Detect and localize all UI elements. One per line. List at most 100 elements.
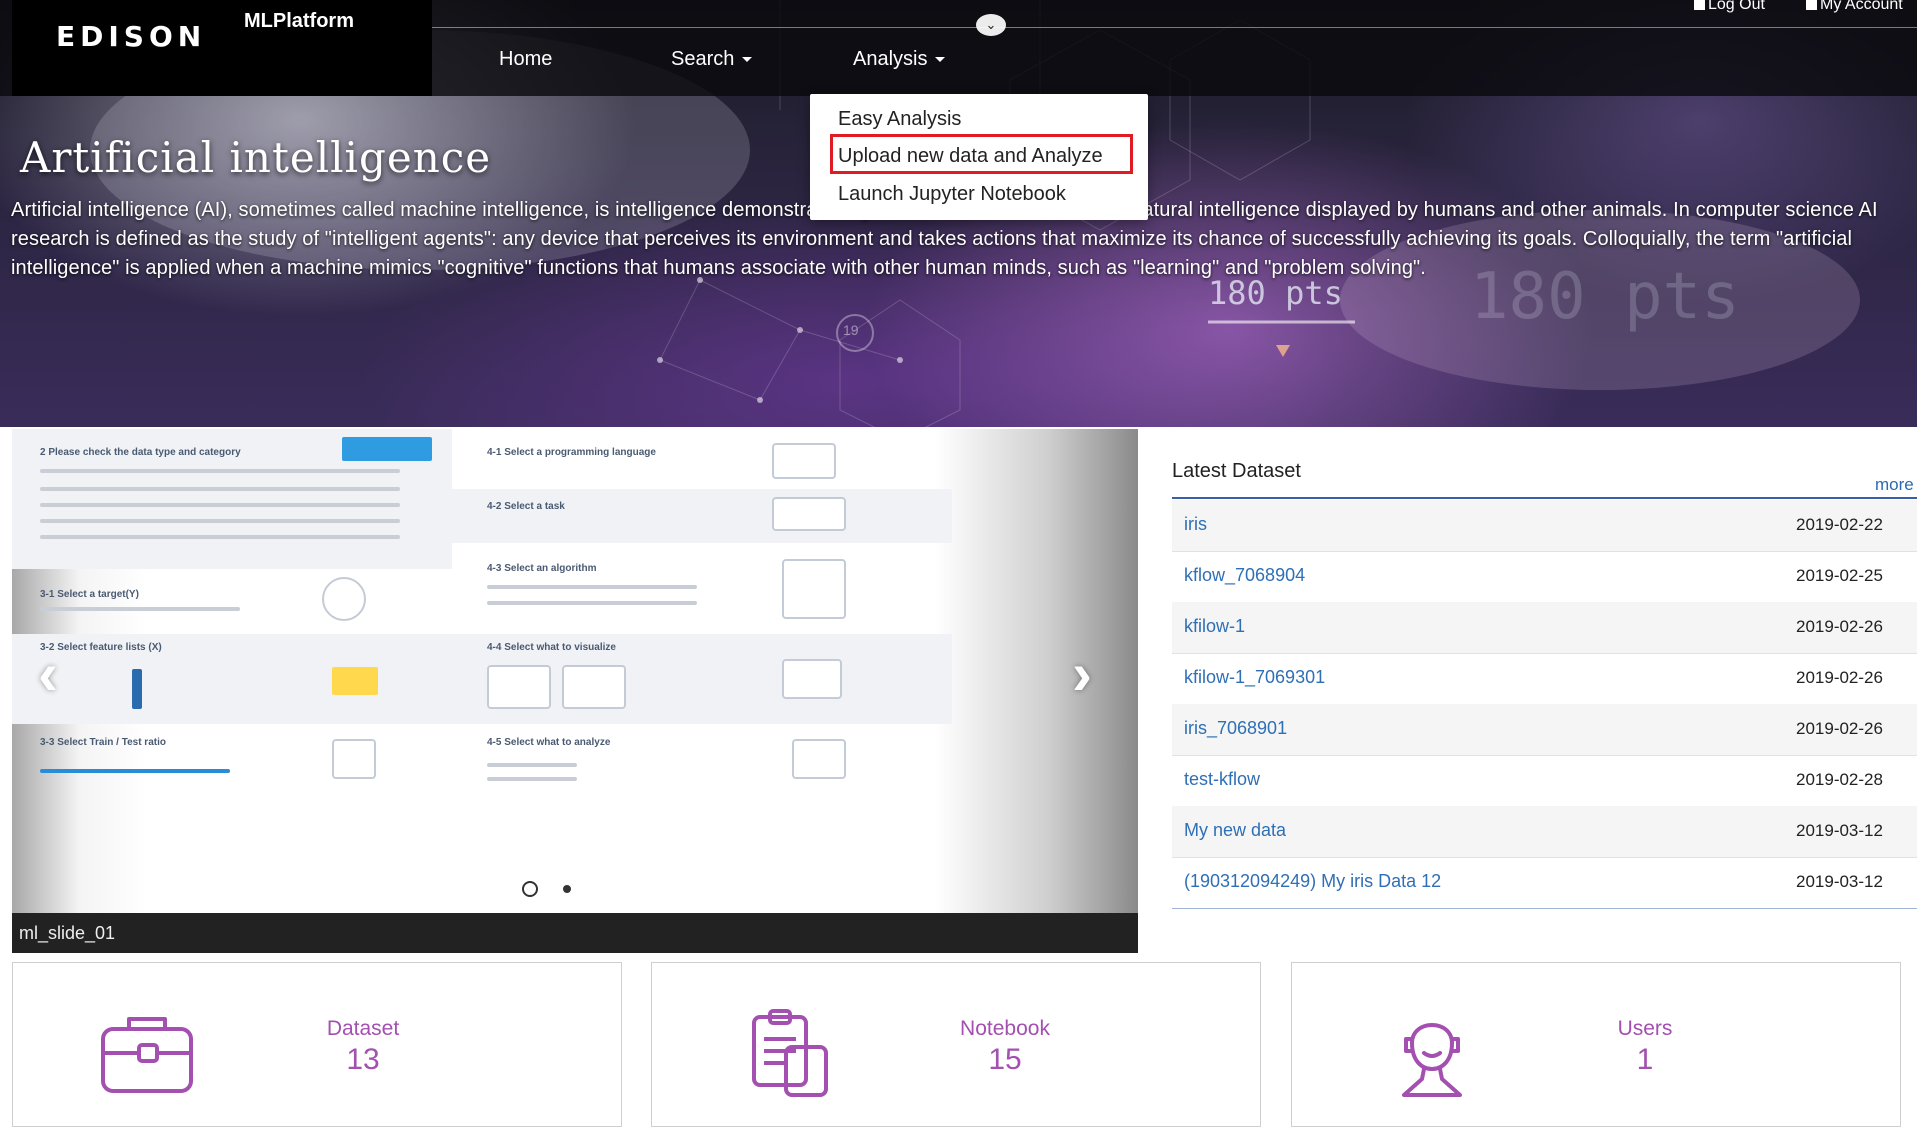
app-name[interactable]: MLPlatform xyxy=(244,10,354,33)
users-stat-label: Users xyxy=(1617,1017,1673,1040)
slide-folder-icon xyxy=(332,667,378,695)
caret-down-icon xyxy=(935,57,946,63)
more-link[interactable]: more xyxy=(1875,475,1914,495)
nav-divider xyxy=(432,27,1917,28)
slide-line xyxy=(40,503,400,507)
dataset-stat-value: 13 xyxy=(346,1043,380,1076)
nav-home-label: Home xyxy=(499,48,553,70)
dataset-row: (190312094249) My iris Data 12 2019-03-1… xyxy=(1172,857,1917,909)
my-account-link[interactable]: My Account xyxy=(1806,0,1903,14)
dataset-date: 2019-02-26 xyxy=(1796,617,1883,636)
slide-image: 2 Please check the data type and categor… xyxy=(12,429,1138,913)
nav-analysis[interactable]: Analysis xyxy=(853,48,946,71)
slide-line xyxy=(40,487,400,491)
edison-logo[interactable]: EDISON xyxy=(56,20,206,53)
nav-search[interactable]: Search xyxy=(671,48,753,71)
slide-line xyxy=(40,519,400,523)
slide-analyze-icon xyxy=(792,739,846,779)
carousel-dot-2[interactable] xyxy=(563,885,571,893)
hero-title: Artificial intelligence xyxy=(20,133,492,182)
slide-step-label: 4-2 Select a task xyxy=(487,501,565,512)
menu-item-upload-and-analyze[interactable]: Upload new data and Analyze xyxy=(838,145,1103,168)
slide-step-label: 4-3 Select an algorithm xyxy=(487,563,597,574)
user-icon xyxy=(1402,1023,1462,1097)
slide-step-label: 3-2 Select feature lists (X) xyxy=(40,642,162,653)
dataset-row: iris 2019-02-22 xyxy=(1172,500,1917,552)
dataset-name-link[interactable]: kfilow-1 xyxy=(1184,616,1245,637)
slide-step-label: 4-5 Select what to analyze xyxy=(487,737,611,748)
dataset-row: kfilow-1_7069301 2019-02-26 xyxy=(1172,653,1917,705)
caret-down-icon xyxy=(742,57,753,63)
slide-code-icon xyxy=(772,443,836,479)
dataset-date: 2019-02-26 xyxy=(1796,668,1883,687)
slide-ratio-bar xyxy=(40,769,230,773)
top-navbar: EDISON MLPlatform ⌄ Log Out My Account H… xyxy=(0,0,1917,96)
menu-item-launch-jupyter[interactable]: Launch Jupyter Notebook xyxy=(838,183,1066,206)
clipboard-icon xyxy=(752,1009,828,1097)
briefcase-icon xyxy=(101,1017,193,1093)
slide-illustration xyxy=(342,437,432,461)
dataset-name-link[interactable]: kfilow-1_7069301 xyxy=(1184,667,1325,688)
slide-carousel: 2 Please check the data type and categor… xyxy=(12,429,1138,953)
slide-target-icon xyxy=(322,577,366,621)
dataset-name-link[interactable]: kflow_7068904 xyxy=(1184,565,1305,586)
slide-line xyxy=(487,763,577,767)
account-icon xyxy=(1806,0,1817,10)
dataset-stat-label: Dataset xyxy=(326,1017,400,1040)
dataset-row: test-kflow 2019-02-28 xyxy=(1172,755,1917,807)
carousel-caption: ml_slide_01 xyxy=(12,913,1138,953)
slide-panel xyxy=(452,489,952,543)
slide-scale-icon xyxy=(332,739,376,779)
slide-chart-icon xyxy=(562,665,626,709)
notebook-stat-card[interactable]: Notebook 15 xyxy=(651,962,1261,1127)
slide-illustration xyxy=(132,669,142,709)
nav-home[interactable]: Home xyxy=(499,48,552,71)
nav-search-label: Search xyxy=(671,48,735,70)
carousel-dot-1[interactable] xyxy=(522,881,538,897)
latest-dataset-title: Latest Dataset xyxy=(1172,460,1301,482)
notebook-stat-value: 15 xyxy=(988,1043,1022,1076)
latest-dataset-rule xyxy=(1172,497,1917,499)
chevron-left-icon[interactable]: ‹ xyxy=(38,639,58,708)
slide-line xyxy=(487,585,697,589)
dataset-name-link[interactable]: iris_7068901 xyxy=(1184,718,1287,739)
dataset-name-link[interactable]: iris xyxy=(1184,514,1207,535)
chevron-down-icon[interactable]: ⌄ xyxy=(976,14,1006,36)
dataset-date: 2019-02-26 xyxy=(1796,719,1883,738)
logout-icon xyxy=(1694,0,1705,10)
dataset-name-link[interactable]: (190312094249) My iris Data 12 xyxy=(1184,871,1441,892)
dataset-row: iris_7068901 2019-02-26 xyxy=(1172,704,1917,756)
my-account-label: My Account xyxy=(1820,0,1903,13)
dataset-date: 2019-02-25 xyxy=(1796,566,1883,585)
slide-step-label: 3-3 Select Train / Test ratio xyxy=(40,737,166,748)
logout-link[interactable]: Log Out xyxy=(1694,0,1765,14)
notebook-stat-label: Notebook xyxy=(960,1017,1050,1040)
dataset-date: 2019-03-12 xyxy=(1796,872,1883,891)
slide-step-label: 4-4 Select what to visualize xyxy=(487,642,616,653)
dataset-name-link[interactable]: test-kflow xyxy=(1184,769,1260,790)
analysis-dropdown-menu: Easy Analysis Upload new data and Analyz… xyxy=(810,94,1148,220)
slide-step-label: 3-1 Select a target(Y) xyxy=(40,589,139,600)
brand-block: EDISON MLPlatform xyxy=(12,0,432,96)
dataset-row: kflow_7068904 2019-02-25 xyxy=(1172,551,1917,603)
slide-line xyxy=(487,601,697,605)
dataset-date: 2019-02-22 xyxy=(1796,515,1883,534)
dataset-stat-card[interactable]: Dataset 13 xyxy=(12,962,622,1127)
users-stat-card[interactable]: Users 1 xyxy=(1291,962,1901,1127)
hero-badge-number: 19 xyxy=(843,322,859,338)
slide-line xyxy=(40,607,240,611)
dataset-row: My new data 2019-03-12 xyxy=(1172,806,1917,858)
dataset-name-link[interactable]: My new data xyxy=(1184,820,1286,841)
slide-line xyxy=(40,469,400,473)
chevron-right-icon[interactable]: › xyxy=(1072,639,1092,708)
slide-task-icon xyxy=(772,497,846,531)
users-stat-value: 1 xyxy=(1636,1043,1654,1076)
slide-monitor-icon xyxy=(782,659,842,699)
latest-dataset-end-rule xyxy=(1172,908,1917,909)
menu-item-easy-analysis[interactable]: Easy Analysis xyxy=(838,108,961,131)
slide-step-label: 4-1 Select a programming language xyxy=(487,447,656,458)
slide-step-label: 2 Please check the data type and categor… xyxy=(40,447,241,458)
logout-label: Log Out xyxy=(1708,0,1765,13)
dataset-date: 2019-03-12 xyxy=(1796,821,1883,840)
slide-chart-icon xyxy=(487,665,551,709)
